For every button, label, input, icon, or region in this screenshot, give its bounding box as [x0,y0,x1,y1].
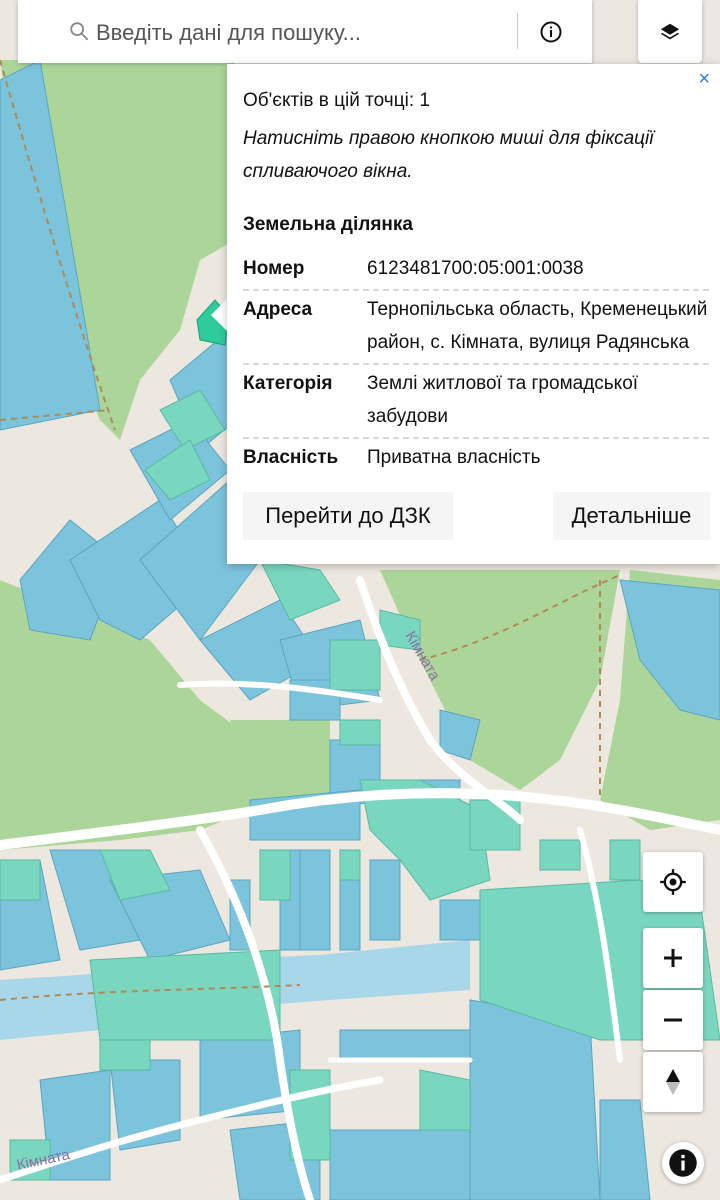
search-divider [517,13,518,49]
attribute-key: Категорія [243,373,333,394]
layers-button[interactable] [638,0,702,63]
attribute-value: Приватна власність [367,447,541,468]
minus-icon [664,1018,682,1022]
feature-popup: × Об'єктів в цій точці: 1 Натисніть прав… [227,64,720,564]
locate-button[interactable] [643,852,703,912]
attribute-value: Землі житлової та громадської забудови [367,373,639,427]
objects-count: Об'єктів в цій точці: 1 [243,90,430,111]
attribution-button[interactable] [662,1142,704,1184]
search-bar [18,0,592,63]
locate-icon [660,869,686,895]
parcel-attributes: Номер 6123481700:05:001:0038 Адреса Терн… [243,250,709,478]
attribute-value: 6123481700:05:001:0038 [367,258,584,279]
popup-pointer [211,298,228,332]
zoom-in-button[interactable] [643,928,703,988]
attribute-row: Адреса Тернопільська область, Кременецьк… [243,291,709,365]
layers-icon [660,23,680,39]
info-circle-icon [669,1149,697,1177]
compass-north-icon [666,1069,680,1095]
attribute-row: Власність Приватна власність [243,439,709,478]
attribute-key: Власність [243,447,339,468]
attribute-value: Тернопільська область, Кременецький райо… [367,299,708,353]
zoom-out-button[interactable] [643,990,703,1050]
search-input[interactable] [94,14,518,52]
info-button[interactable] [534,15,568,49]
popup-hint: Натисніть правою кнопкою миші для фіксац… [243,128,654,182]
attribute-row: Категорія Землі житлової та громадської … [243,365,709,439]
close-icon[interactable]: × [698,68,710,90]
section-title: Земельна ділянка [243,214,413,235]
info-icon [540,21,562,43]
details-button[interactable]: Детальніше [553,492,710,540]
go-to-dzk-button[interactable]: Перейти до ДЗК [243,492,453,540]
attribute-key: Номер [243,258,305,279]
reset-north-button[interactable] [643,1052,703,1112]
attribute-row: Номер 6123481700:05:001:0038 [243,250,709,291]
search-icon [70,22,89,41]
plus-icon [664,949,682,967]
attribute-key: Адреса [243,299,313,320]
